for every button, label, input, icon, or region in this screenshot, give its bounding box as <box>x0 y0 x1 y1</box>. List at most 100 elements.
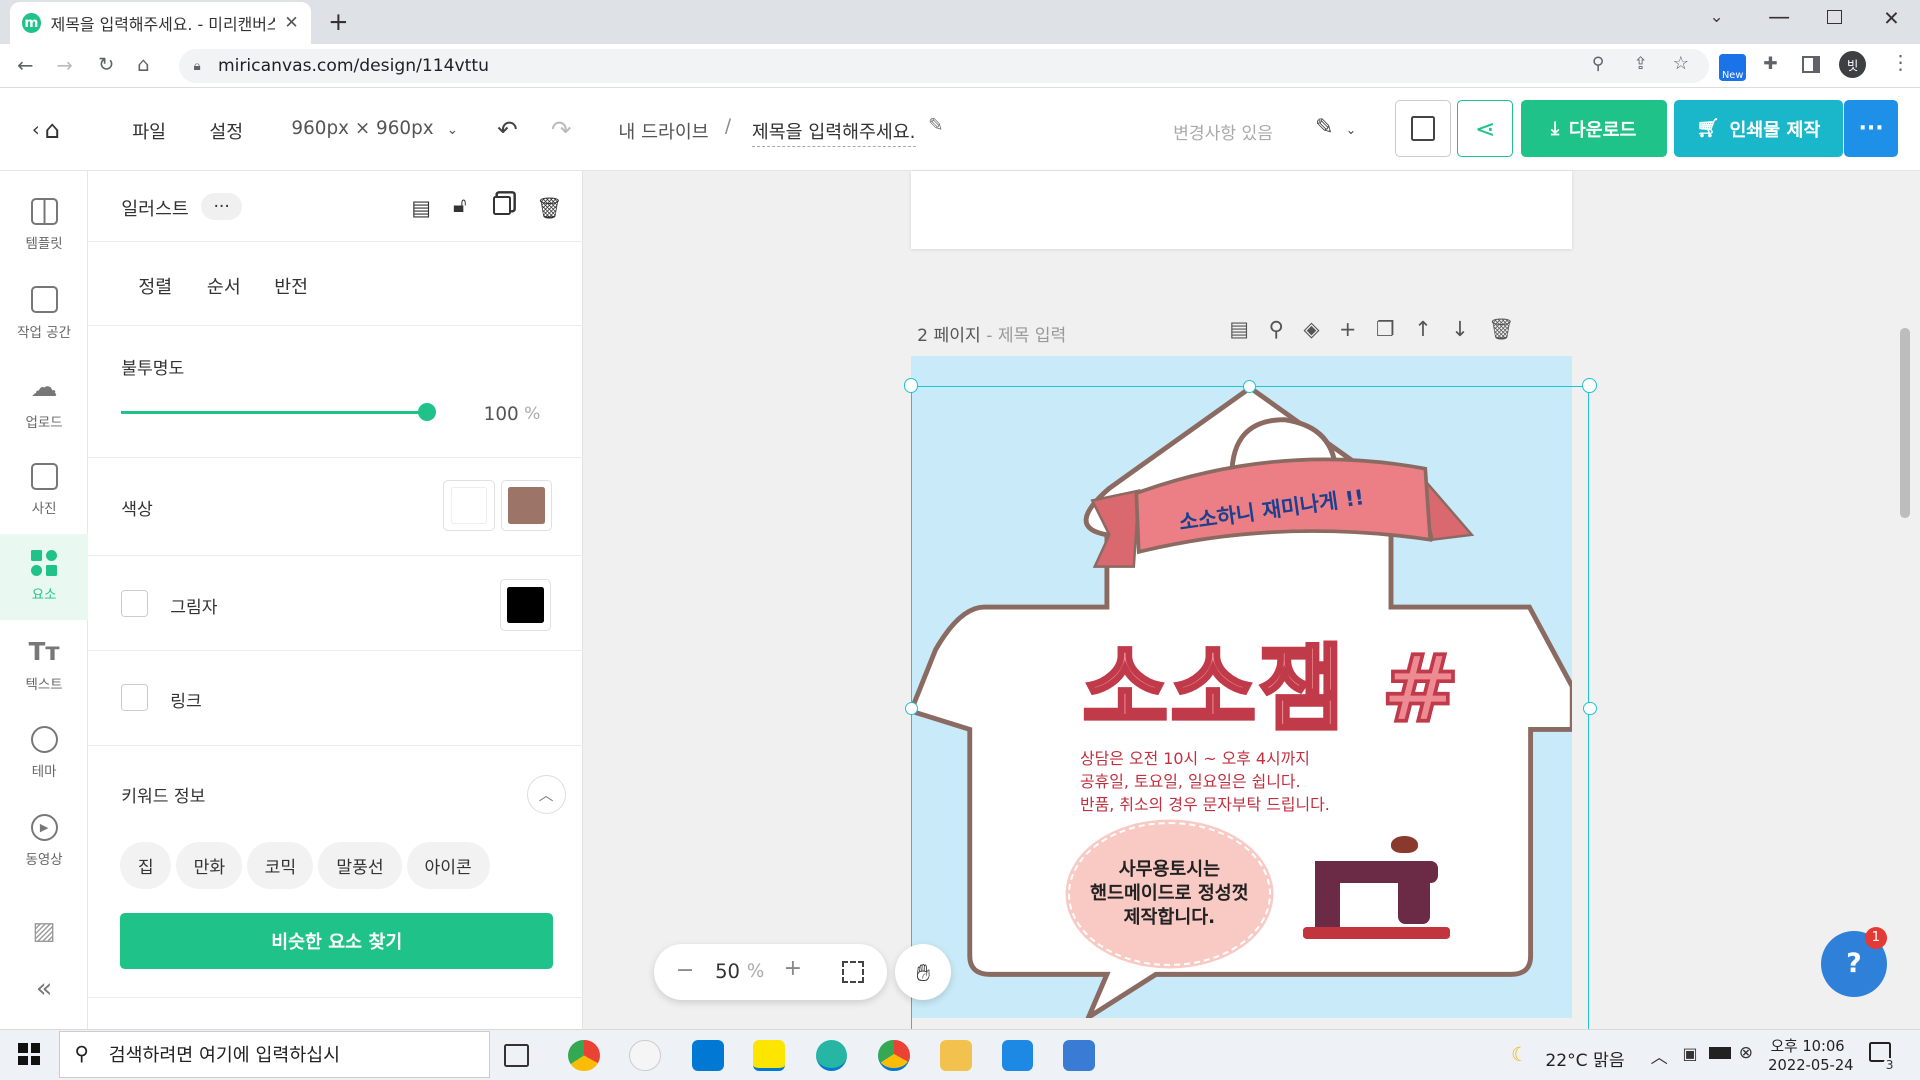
url-field[interactable]: 🔒︎ miricanvas.com/design/114vttu <box>178 48 1710 84</box>
canvas-scrollbar[interactable] <box>1900 328 1911 518</box>
weather-text[interactable]: 22°C 맑음 <box>1545 1046 1624 1071</box>
add-page-icon[interactable]: + <box>1339 317 1356 342</box>
rail-item-workspace[interactable]: 작업 공간 <box>0 271 88 357</box>
extension-new-icon[interactable]: New <box>1719 53 1747 81</box>
tab-align[interactable]: 정렬 <box>138 273 172 299</box>
duplicate-page-icon[interactable]: ❐ <box>1376 317 1395 342</box>
tray-chevron-up-icon[interactable]: ︿ <box>1651 1043 1668 1068</box>
undo-icon[interactable]: ↶ <box>497 115 518 144</box>
delete-trash-icon[interactable]: 🗑︎ <box>536 196 562 221</box>
save-button[interactable] <box>1394 100 1452 157</box>
page-magic-icon[interactable]: ⚲ <box>1269 317 1284 342</box>
breadcrumb-drive[interactable]: 내 드라이브 <box>618 118 708 144</box>
restore-window-icon[interactable] <box>1826 9 1842 25</box>
share-button[interactable]: ⋖ <box>1457 100 1514 157</box>
keyword-chip[interactable]: 아이콘 <box>406 842 490 889</box>
unlock-icon[interactable]: 🔓︎ <box>453 193 466 218</box>
windows-start-icon[interactable] <box>18 1043 41 1066</box>
share-page-icon[interactable]: ⇪ <box>1633 54 1647 74</box>
close-tab-icon[interactable]: ✕ <box>284 13 298 33</box>
opacity-slider-track[interactable] <box>121 411 428 414</box>
file-explorer-taskbar-icon[interactable] <box>940 1039 973 1072</box>
fit-screen-icon[interactable] <box>842 961 865 984</box>
tray-meet-icon[interactable]: ▣ <box>1682 1044 1697 1063</box>
zoom-icon[interactable]: ⚲ <box>1592 54 1605 74</box>
move-page-up-icon[interactable]: ↑ <box>1414 317 1431 342</box>
tab-order[interactable]: 순서 <box>207 273 241 299</box>
tray-mute-icon[interactable]: ⊗ <box>1739 1043 1753 1063</box>
collapse-panel-button[interactable]: « <box>0 945 88 1031</box>
chrome-profile-taskbar-icon[interactable] <box>877 1039 910 1072</box>
kakaotalk-taskbar-icon[interactable] <box>753 1039 785 1072</box>
design-title[interactable]: 제목을 입력해주세요. <box>751 118 916 147</box>
settings-menu[interactable]: 설정 <box>209 118 243 144</box>
rail-item-theme[interactable]: 테마 <box>0 710 88 796</box>
close-window-icon[interactable]: ✕ <box>1883 7 1899 30</box>
move-page-down-icon[interactable]: ↓ <box>1451 317 1468 342</box>
zoom-value[interactable]: 50 <box>715 960 740 983</box>
page-fill-icon[interactable]: ◈ <box>1303 317 1319 342</box>
delete-page-icon[interactable]: 🗑︎ <box>1488 317 1514 342</box>
browser-menu-icon[interactable]: ⋮ <box>1891 51 1911 74</box>
collapse-keywords-button[interactable]: ︿ <box>526 775 566 815</box>
canvas-size-dropdown[interactable]: 960px × 960px ⌄ <box>291 118 458 139</box>
color-swatch-white[interactable] <box>443 479 495 532</box>
panel-menu-button[interactable]: ··· <box>200 193 243 221</box>
clock-time[interactable]: 오후 10:06 <box>1771 1035 1845 1056</box>
new-tab-icon[interactable]: + <box>328 7 349 36</box>
zoom-out-button[interactable]: − <box>676 958 694 983</box>
extensions-puzzle-icon[interactable]: ✚ <box>1763 54 1777 74</box>
edit-title-pencil-icon[interactable]: ✎ <box>928 115 943 136</box>
duplicate-icon[interactable] <box>493 195 511 216</box>
forward-icon[interactable]: → <box>56 54 72 77</box>
find-similar-button[interactable]: 비슷한 요소 찾기 <box>120 913 554 969</box>
format-painter-icon[interactable]: ▤ <box>411 196 431 220</box>
selection-bounding-box[interactable] <box>911 385 1590 1035</box>
tab-flip[interactable]: 반전 <box>274 273 308 299</box>
browser-tab[interactable]: m 제목을 입력해주세요. - 미리캔버스 ✕ <box>9 2 311 45</box>
rail-item-template[interactable]: 템플릿 <box>0 182 88 268</box>
pen-mode-dropdown[interactable]: ✎ ⌄ <box>1315 115 1356 140</box>
page-1-canvas[interactable] <box>911 171 1573 249</box>
color-swatch-brown[interactable] <box>500 479 553 532</box>
link-checkbox[interactable] <box>121 684 149 712</box>
file-menu[interactable]: 파일 <box>132 118 166 144</box>
notes-taskbar-icon[interactable] <box>1001 1039 1034 1072</box>
print-order-button[interactable]: 🛒︎ 인쇄물 제작 <box>1673 100 1843 157</box>
taskbar-search-box[interactable]: ⚲ 검색하려면 여기에 입력하십시 <box>58 1031 490 1078</box>
resize-handle[interactable] <box>1582 378 1597 394</box>
back-icon[interactable]: ← <box>17 54 33 77</box>
rail-item-elements[interactable]: 요소 <box>0 533 89 620</box>
store-taskbar-icon[interactable] <box>691 1039 724 1072</box>
tray-battery-icon[interactable] <box>1709 1046 1732 1060</box>
page-title-input[interactable]: - 제목 입력 <box>986 326 1066 346</box>
rail-item-upload[interactable]: ☁ 업로드 <box>0 359 88 445</box>
home-back-button[interactable]: ‹ ⌂ <box>32 115 60 144</box>
clock-date[interactable]: 2022-05-24 <box>1768 1057 1853 1074</box>
rail-item-video[interactable]: ▶ 동영상 <box>0 798 88 884</box>
keyword-chip[interactable]: 말풍선 <box>318 842 402 889</box>
bookmark-star-icon[interactable]: ☆ <box>1673 53 1689 74</box>
photos-taskbar-icon[interactable] <box>1062 1039 1095 1072</box>
reload-icon[interactable]: ↻ <box>98 53 114 76</box>
task-view-icon[interactable] <box>504 1044 529 1067</box>
opacity-slider-handle[interactable] <box>417 402 436 422</box>
zoom-in-button[interactable]: + <box>784 956 802 981</box>
keyword-chip[interactable]: 집 <box>120 842 172 889</box>
keyword-chip[interactable]: 코믹 <box>247 842 314 889</box>
side-panel-icon[interactable] <box>1802 56 1820 74</box>
more-options-button[interactable]: ··· <box>1844 100 1898 157</box>
rail-item-photo[interactable]: 사진 <box>0 447 88 533</box>
keyword-chip[interactable]: 만화 <box>176 842 243 889</box>
redo-icon[interactable]: ↷ <box>551 115 572 144</box>
shadow-checkbox[interactable] <box>121 590 149 618</box>
shadow-color-swatch[interactable] <box>499 579 551 631</box>
minimize-window-icon[interactable]: — <box>1768 5 1790 30</box>
resize-handle[interactable] <box>1583 701 1597 716</box>
home-icon[interactable]: ⌂ <box>137 53 149 76</box>
opacity-value[interactable]: 100 <box>484 404 519 425</box>
chrome-taskbar-icon[interactable] <box>568 1039 600 1072</box>
tab-list-icon[interactable]: ⌄ <box>1709 7 1723 27</box>
page-memo-icon[interactable]: ▤ <box>1229 317 1249 342</box>
rail-item-text[interactable]: Tт 텍스트 <box>0 622 88 708</box>
